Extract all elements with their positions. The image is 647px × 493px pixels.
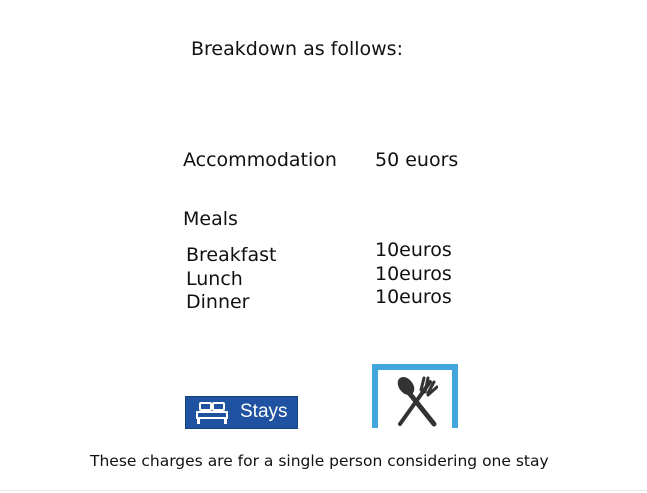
accommodation-label: Accommodation bbox=[183, 149, 337, 171]
meal-prices-list: 10euros 10euros 10euros bbox=[375, 239, 452, 310]
utensils-icon bbox=[397, 376, 438, 427]
accommodation-price: 50 euors bbox=[375, 149, 459, 171]
meal-item-dinner: Dinner bbox=[186, 291, 250, 313]
meal-item-breakfast: Breakfast bbox=[186, 244, 277, 266]
meal-price-lunch: 10euros bbox=[375, 262, 452, 285]
meals-label: Meals bbox=[183, 208, 238, 230]
meals-badge bbox=[372, 364, 458, 428]
meal-item-lunch: Lunch bbox=[186, 267, 243, 290]
meal-price-dinner: 10euros bbox=[375, 286, 452, 308]
stays-badge-label: Stays bbox=[240, 401, 288, 422]
page-bottom-divider bbox=[0, 490, 647, 491]
footnote: These charges are for a single person co… bbox=[90, 452, 549, 470]
meal-price-breakfast: 10euros bbox=[375, 239, 452, 261]
page-heading: Breakdown as follows: bbox=[191, 38, 403, 60]
stays-badge: Stays bbox=[185, 396, 298, 429]
bed-icon bbox=[196, 402, 228, 424]
meal-items-list: Breakfast Lunch Dinner bbox=[186, 244, 276, 315]
